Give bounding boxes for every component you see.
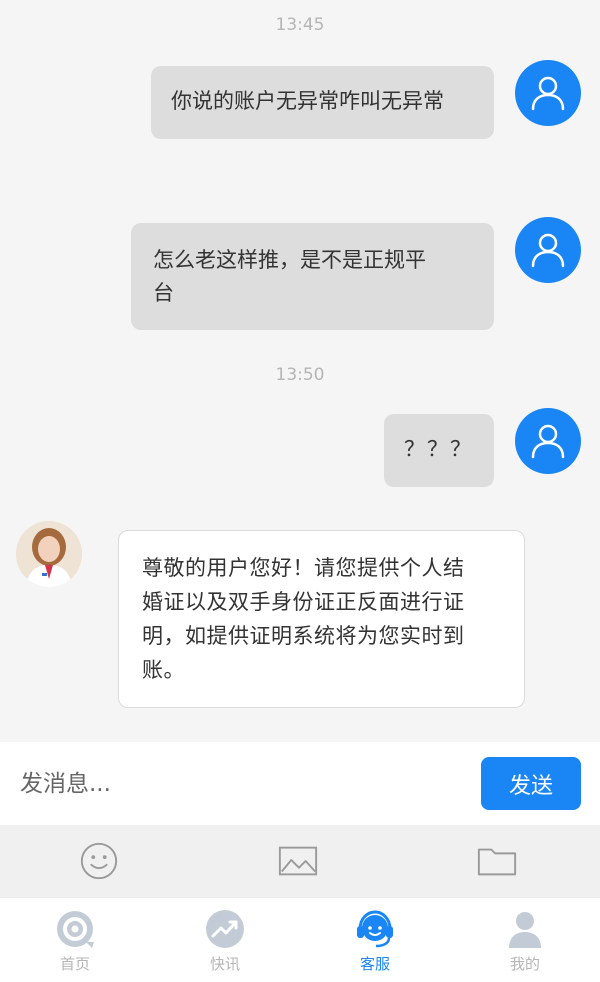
tools-bar (0, 825, 600, 897)
agent-avatar[interactable] (16, 521, 82, 587)
user-avatar-icon (531, 424, 565, 459)
bottom-tab-bar: 首页 快讯 客服 我的 (0, 897, 600, 982)
message-text: 怎么老这样推，是不是正规平 (153, 248, 426, 272)
user-avatar-icon (531, 233, 565, 268)
message-input[interactable] (20, 762, 460, 806)
composer-bar: 发送 (0, 742, 600, 825)
person-icon (509, 912, 541, 948)
user-message-bubble: ？？？ (384, 414, 494, 487)
home-target-icon (57, 911, 94, 948)
message-text: 明，如提供证明系统将为您实时到 (142, 624, 465, 648)
agent-photo-icon (16, 521, 82, 587)
message-text: 婚证以及双手身份证正反面进行证 (142, 590, 465, 614)
message-text: ？？？ (404, 437, 473, 461)
tab-label: 我的 (509, 955, 540, 973)
tab-service[interactable]: 客服 (300, 898, 450, 982)
emoji-button[interactable] (77, 841, 121, 881)
timestamp: 13:45 (275, 15, 325, 35)
user-avatar-icon (531, 76, 565, 111)
message-text: 尊敬的用户您好！请您提供个人结 (142, 556, 465, 580)
user-message-bubble: 你说的账户无异常咋叫无异常 (151, 66, 494, 139)
tab-home[interactable]: 首页 (0, 898, 150, 982)
message-text: 账。 (142, 658, 185, 682)
tab-label: 客服 (359, 955, 390, 973)
image-icon (278, 846, 318, 876)
file-button[interactable] (475, 841, 519, 881)
message-text: 台 (153, 281, 174, 305)
folder-icon (477, 848, 517, 876)
user-avatar[interactable] (515, 408, 581, 474)
image-button[interactable] (276, 841, 320, 881)
tab-label: 首页 (59, 955, 90, 973)
headset-icon (357, 910, 393, 948)
timestamp: 13:50 (275, 365, 325, 385)
user-avatar[interactable] (515, 217, 581, 283)
trend-icon (206, 910, 244, 948)
tab-label: 快讯 (209, 955, 240, 973)
user-message-bubble: 怎么老这样推，是不是正规平 台 (131, 223, 494, 330)
tab-mine[interactable]: 我的 (450, 898, 600, 982)
user-avatar[interactable] (515, 60, 581, 126)
chat-area[interactable]: 13:45 你说的账户无异常咋叫无异常 怎么老这样推，是不是正规平 台 13:5… (0, 0, 600, 742)
agent-message-bubble: 尊敬的用户您好！请您提供个人结 婚证以及双手身份证正反面进行证 明，如提供证明系… (118, 530, 525, 708)
send-button[interactable]: 发送 (481, 757, 581, 810)
smiley-icon (80, 842, 118, 880)
message-text: 你说的账户无异常咋叫无异常 (171, 89, 444, 113)
tab-news[interactable]: 快讯 (150, 898, 300, 982)
